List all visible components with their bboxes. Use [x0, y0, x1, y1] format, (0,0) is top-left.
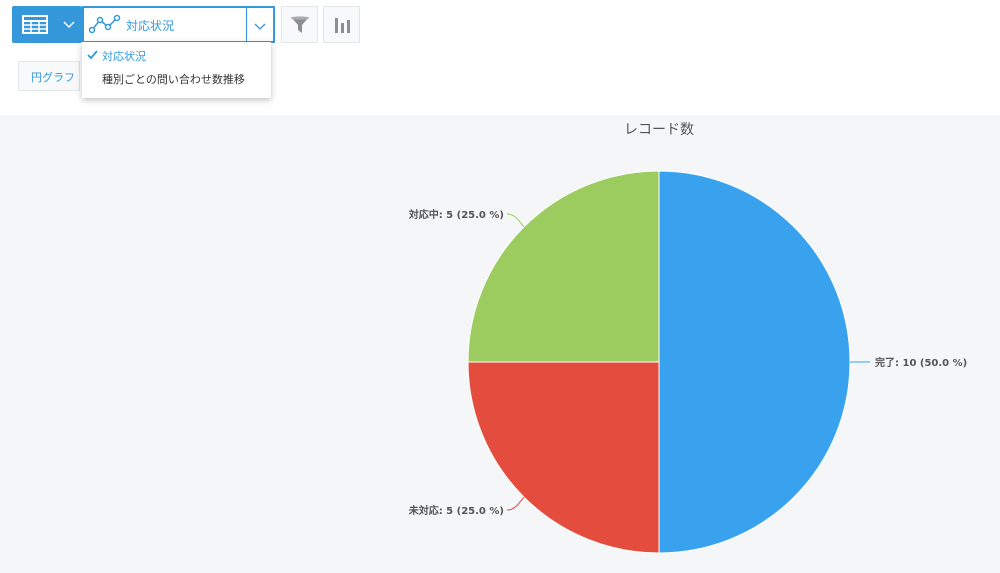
- graph-dropdown-menu: 対応状況 種別ごとの問い合わせ数推移: [82, 42, 271, 98]
- pie-slice[interactable]: [467, 361, 660, 554]
- check-icon: [87, 50, 98, 60]
- view-selector-button[interactable]: [12, 6, 82, 43]
- line-chart-icon: [89, 14, 121, 34]
- chart-type-button[interactable]: 円グラフ: [18, 61, 80, 91]
- slice-label-connector: [506, 496, 525, 511]
- pie-chart: レコード数完了: 10 (50.0 %) 未対応: 5 (25.0 %) 対応中: …: [408, 122, 967, 554]
- dropdown-item[interactable]: 種別ごとの問い合わせ数推移: [82, 71, 271, 93]
- dropdown-item-label: 対応状況: [102, 50, 146, 63]
- pie-slice[interactable]: [658, 170, 851, 554]
- slice-data-label: 対応中: 5 (25.0 %): [408, 208, 504, 221]
- bar-chart-icon: [335, 18, 350, 33]
- slice-data-label: 未対応: 5 (25.0 %): [408, 504, 504, 517]
- pie-slice[interactable]: [467, 170, 660, 363]
- chevron-down-icon[interactable]: [254, 20, 266, 32]
- filter-icon: [291, 16, 309, 33]
- chevron-down-icon: [63, 21, 75, 29]
- graph-selector[interactable]: 対応状況: [82, 6, 275, 43]
- filter-button[interactable]: [281, 6, 318, 43]
- graph-selector-divider: [246, 8, 247, 41]
- table-icon: [22, 15, 48, 34]
- dropdown-item-label: 種別ごとの問い合わせ数推移: [102, 73, 245, 86]
- chart-title: レコード数: [624, 122, 694, 138]
- dropdown-item-selected[interactable]: 対応状況: [82, 48, 271, 70]
- graph-selector-label: 対応状況: [126, 19, 175, 33]
- chart-settings-button[interactable]: [323, 6, 360, 43]
- slice-label-connector: [506, 213, 525, 228]
- slice-data-label: 完了: 10 (50.0 %): [875, 356, 967, 369]
